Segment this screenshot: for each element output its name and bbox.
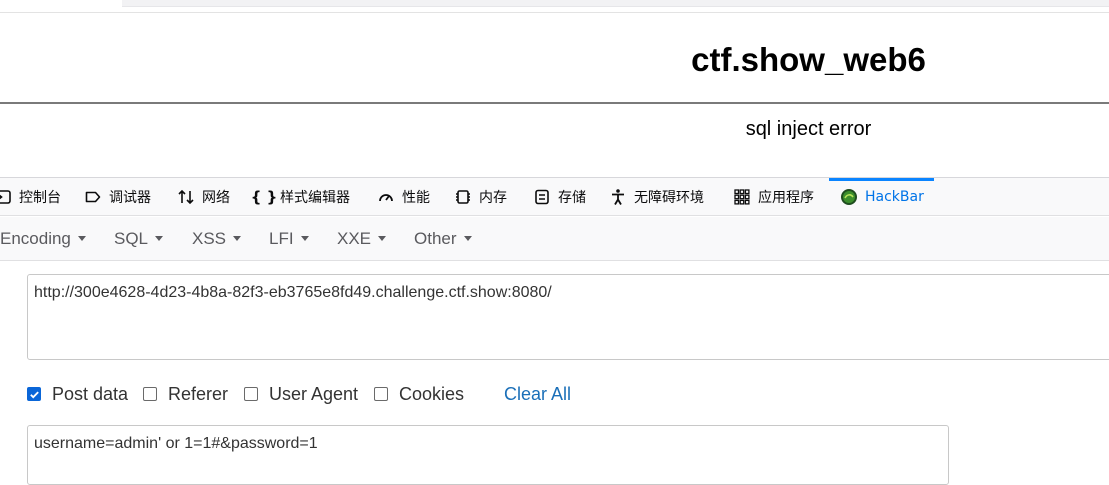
network-icon — [176, 187, 196, 207]
menu-other[interactable]: Other — [414, 217, 472, 261]
tab-label: HackBar — [865, 189, 924, 205]
cookies-checkbox[interactable]: Cookies — [374, 383, 464, 405]
style-editor-icon: { } — [250, 188, 278, 206]
page-divider — [0, 102, 1109, 104]
menu-sql[interactable]: SQL — [114, 217, 164, 261]
tab-accessibility[interactable]: 无障碍环境 — [608, 178, 704, 216]
checkbox-checked-icon — [27, 387, 41, 401]
tab-label: 存储 — [558, 190, 586, 206]
menu-xss[interactable]: XSS — [192, 217, 242, 261]
performance-icon — [376, 187, 396, 207]
menu-lfi[interactable]: LFI — [269, 217, 309, 261]
tab-application[interactable]: 应用程序 — [732, 178, 814, 216]
menu-label: Other — [414, 229, 457, 248]
option-label: Post data — [52, 383, 129, 404]
menu-label: XXE — [337, 229, 372, 248]
application-icon — [732, 187, 752, 207]
tab-performance[interactable]: 性能 — [376, 178, 430, 216]
chevron-down-icon — [77, 236, 86, 242]
hackbar-menu: Encoding SQL XSS LFI XXE Other — [0, 217, 1109, 261]
tab-label: 内存 — [479, 190, 507, 206]
post-data-input[interactable] — [27, 425, 949, 485]
referer-checkbox[interactable]: Referer — [143, 383, 228, 405]
chevron-down-icon — [155, 236, 164, 242]
accessibility-icon — [608, 187, 628, 207]
tab-storage[interactable]: 存储 — [532, 178, 586, 216]
checkbox-icon — [244, 387, 258, 401]
chevron-down-icon — [300, 236, 309, 242]
tab-label: 无障碍环境 — [634, 190, 704, 206]
page-message: sql inject error — [745, 118, 872, 140]
browser-address-strip — [122, 0, 1109, 7]
menu-label: LFI — [269, 229, 294, 248]
menu-label: SQL — [114, 229, 149, 248]
post-data-value: username=admin' or 1=1#&password=1 — [34, 435, 318, 452]
chevron-down-icon — [463, 236, 472, 242]
option-label: User Agent — [269, 383, 359, 404]
debugger-icon — [83, 187, 103, 207]
hackbar-icon — [839, 187, 859, 207]
tab-memory[interactable]: 内存 — [453, 178, 507, 216]
checkbox-icon — [143, 387, 157, 401]
menu-label: XSS — [192, 229, 227, 248]
tab-network[interactable]: 网络 — [176, 178, 230, 216]
tab-label: 网络 — [202, 190, 230, 206]
menu-label: Encoding — [0, 229, 71, 248]
option-label: Cookies — [399, 383, 465, 404]
tab-style-editor[interactable]: { } 样式编辑器 — [250, 178, 350, 216]
console-icon — [0, 187, 13, 207]
tab-label: 样式编辑器 — [280, 190, 350, 206]
tab-label: 性能 — [402, 190, 430, 206]
chevron-down-icon — [233, 236, 242, 242]
menu-encoding[interactable]: Encoding — [0, 217, 86, 261]
user-agent-checkbox[interactable]: User Agent — [244, 383, 358, 405]
chevron-down-icon — [378, 236, 387, 242]
browser-top-strip — [0, 0, 1109, 13]
menu-xxe[interactable]: XXE — [337, 217, 387, 261]
tab-label: 控制台 — [19, 190, 61, 206]
clear-all-button[interactable]: Clear All — [504, 383, 571, 405]
devtools-tab-bar: 控制台 调试器 网络 { } 样式编辑器 性能 内存 存储 无障碍环境 应用程序… — [0, 177, 1109, 216]
tab-hackbar[interactable]: HackBar — [829, 178, 934, 216]
option-label: Referer — [168, 383, 229, 404]
tab-debugger[interactable]: 调试器 — [83, 178, 151, 216]
tab-label: 调试器 — [109, 190, 151, 206]
checkbox-icon — [374, 387, 388, 401]
memory-icon — [453, 187, 473, 207]
storage-icon — [532, 187, 552, 207]
url-value: http://300e4628-4d23-4b8a-82f3-eb3765e8f… — [34, 284, 552, 301]
tab-console[interactable]: 控制台 — [0, 178, 61, 216]
post-data-checkbox[interactable]: Post data — [27, 383, 128, 405]
page-title: ctf.show_web6 — [691, 41, 926, 78]
tab-label: 应用程序 — [758, 190, 814, 206]
